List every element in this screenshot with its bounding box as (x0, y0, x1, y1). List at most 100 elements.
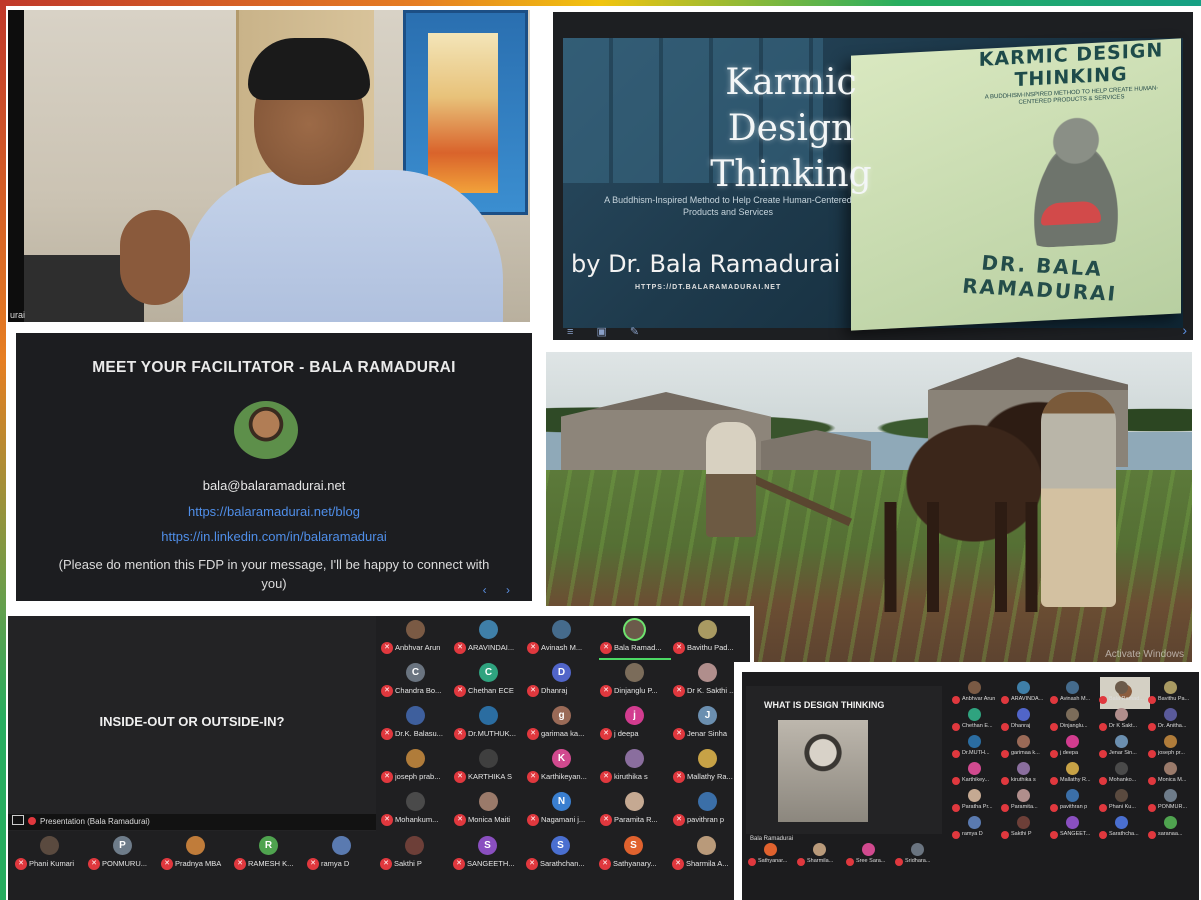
lotus-image (1041, 200, 1101, 226)
mini-participant-avatar (968, 816, 981, 829)
participant-name: Sarathchan... (540, 859, 585, 868)
slide-toolbar-icons[interactable]: ≡ ▣ ✎ (567, 325, 649, 338)
participant-tile[interactable]: ✕ Paramita R... (599, 790, 671, 830)
participant-tile[interactable]: R ✕ RAMESH K... (233, 834, 305, 874)
participant-tile[interactable]: j ✕ j deepa (599, 704, 671, 744)
mini-participant-name: Sarathcha... (1109, 831, 1139, 837)
participant-tile[interactable]: ✕ Dr.MUTHUK... (453, 704, 525, 744)
mini-participant-tile[interactable]: j deepa (1050, 734, 1098, 762)
participant-tile[interactable]: K ✕ Karthikeyan... (526, 747, 598, 787)
participant-tile[interactable]: ✕ Sharmila A... (671, 834, 743, 874)
mini-participant-avatar (1017, 789, 1030, 802)
slide-nav-arrows-icon[interactable]: ‹ › (483, 583, 518, 597)
mini-participant-tile[interactable]: Bavithu Pa... (1148, 680, 1196, 708)
slide-title: Karmic Design Thinking (710, 62, 872, 195)
mini-gallery-panel: WHAT IS DESIGN THINKING Bala Ramadurai A… (734, 662, 1201, 900)
mini-participant-tile[interactable]: joseph pr... (1148, 734, 1196, 762)
participant-tile[interactable]: C ✕ Chethan ECE (453, 661, 525, 701)
participant-tile[interactable]: ✕ ramya D (306, 834, 378, 874)
mini-participant-tile[interactable]: Dhanraj (1001, 707, 1049, 735)
mini-participant-tile[interactable]: Jenar Sin... (1099, 734, 1147, 762)
mic-muted-icon (1050, 777, 1058, 785)
video-name-caption: urai (10, 310, 26, 320)
participant-tile[interactable]: P ✕ PONMURU... (87, 834, 159, 874)
mini-participant-tile[interactable]: Paramita... (1001, 788, 1049, 816)
participant-tile[interactable]: ✕ Bavithu Pad... (672, 618, 744, 658)
participant-tile[interactable]: D ✕ Dhanraj (526, 661, 598, 701)
activation-watermark: Activate Windows (1105, 649, 1184, 660)
mini-participant-tile[interactable]: kiruthika s (1001, 761, 1049, 789)
participant-avatar: S (624, 836, 643, 855)
presenter-label: Presentation (Bala Ramadurai) (40, 817, 150, 826)
mini-participant-tile[interactable]: Avinash M... (1050, 680, 1098, 708)
mic-muted-icon (1001, 777, 1009, 785)
mic-muted-icon (1050, 750, 1058, 758)
mini-participant-tile[interactable]: Sarathcha... (1099, 815, 1147, 843)
participant-tile[interactable]: ✕ Sakthi P (379, 834, 451, 874)
camera-icon[interactable] (12, 815, 24, 825)
facilitator-email[interactable]: bala@balaramadurai.net (16, 478, 532, 493)
participant-tile[interactable]: S ✕ SANGEETH... (452, 834, 524, 874)
mini-participant-tile[interactable]: Sridhara... (895, 842, 943, 870)
participant-tile[interactable]: ✕ Mohankum... (380, 790, 452, 830)
mini-participant-tile[interactable]: Karthikey... (952, 761, 1000, 789)
participant-tile[interactable]: ✕ KARTHIKA S (453, 747, 525, 787)
mic-muted-icon: ✕ (600, 642, 612, 654)
participant-tile[interactable]: ✕ Dr.K. Balasu... (380, 704, 452, 744)
mini-participant-tile[interactable]: Chethan E... (952, 707, 1000, 735)
mini-participant-tile[interactable]: Mallathy R... (1050, 761, 1098, 789)
mini-participant-tile[interactable]: Monica M... (1148, 761, 1196, 789)
mini-participant-tile[interactable]: Sathyanar... (748, 842, 796, 870)
mini-participant-tile[interactable]: SANGEET... (1050, 815, 1098, 843)
participant-tile[interactable]: ✕ Anbhvar Arun (380, 618, 452, 658)
participant-tile[interactable]: ✕ Dinjanglu P... (599, 661, 671, 701)
participant-tile[interactable]: S ✕ Sathyanary... (598, 834, 670, 874)
mini-participant-tile[interactable]: Sharmila... (797, 842, 845, 870)
mini-participant-tile[interactable]: pavithran p (1050, 788, 1098, 816)
mini-participant-tile[interactable]: Dr. Anitha... (1148, 707, 1196, 735)
mini-participant-tile[interactable]: Mohanko... (1099, 761, 1147, 789)
mic-muted-icon (952, 696, 960, 704)
mini-participant-tile[interactable]: Sree Sara... (846, 842, 894, 870)
participant-name: Chandra Bo... (395, 686, 442, 695)
participant-tile[interactable]: ✕ Bala Ramad... (599, 618, 671, 660)
participant-tile[interactable]: ✕ joseph prab... (380, 747, 452, 787)
mini-participant-tile[interactable]: ramya D (952, 815, 1000, 843)
mini-participant-name: pavithran p (1060, 804, 1088, 810)
mini-participant-tile[interactable]: Bala Ramad... (1099, 680, 1147, 708)
mini-participant-avatar (1164, 735, 1177, 748)
participant-avatar: D (552, 663, 571, 682)
participant-tile[interactable]: N ✕ Nagamani j... (526, 790, 598, 830)
participant-tile[interactable]: ✕ ARAVINDAI... (453, 618, 525, 658)
participant-avatar (698, 663, 717, 682)
participant-tile[interactable]: g ✕ garimaa ka... (526, 704, 598, 744)
facilitator-blog-link[interactable]: https://balaramadurai.net/blog (16, 504, 532, 519)
participant-avatar: S (478, 836, 497, 855)
mini-participant-tile[interactable]: garimaa k... (1001, 734, 1049, 762)
participant-tile[interactable]: ✕ Avinash M... (526, 618, 598, 658)
mini-participant-tile[interactable]: Phani Ku... (1099, 788, 1147, 816)
mini-participant-tile[interactable]: ARAVINDA... (1001, 680, 1049, 708)
participant-tile[interactable]: ✕ Phani Kumari (14, 834, 86, 874)
mini-participant-tile[interactable]: Sakthi P (1001, 815, 1049, 843)
mic-muted-icon: ✕ (381, 771, 393, 783)
mini-participant-tile[interactable]: Paratha Pr... (952, 788, 1000, 816)
mini-participant-tile[interactable]: Anbhvar Arun (952, 680, 1000, 708)
mini-participant-tile[interactable]: PONMUR... (1148, 788, 1196, 816)
participant-tile[interactable]: ✕ kiruthika s (599, 747, 671, 787)
mini-participant-name: Bala Ramad... (1109, 696, 1144, 702)
participant-tile[interactable]: ✕ Monica Maiti (453, 790, 525, 830)
mic-muted-icon: ✕ (454, 685, 466, 697)
next-slide-icon[interactable]: › (1182, 322, 1187, 338)
participant-tile[interactable]: C ✕ Chandra Bo... (380, 661, 452, 701)
mic-muted-icon (952, 777, 960, 785)
mini-participant-tile[interactable]: Dr K Sakt... (1099, 707, 1147, 735)
mini-participant-tile[interactable]: saranaa... (1148, 815, 1196, 843)
participant-avatar: J (698, 706, 717, 725)
mic-muted-icon (1099, 723, 1107, 731)
mini-participant-tile[interactable]: Dr.MUTH... (952, 734, 1000, 762)
participant-tile[interactable]: ✕ Pradnya MBA (160, 834, 232, 874)
participant-tile[interactable]: S ✕ Sarathchan... (525, 834, 597, 874)
mini-participant-tile[interactable]: Dinjanglu... (1050, 707, 1098, 735)
facilitator-linkedin-link[interactable]: https://in.linkedin.com/in/balaramadurai (16, 529, 532, 544)
